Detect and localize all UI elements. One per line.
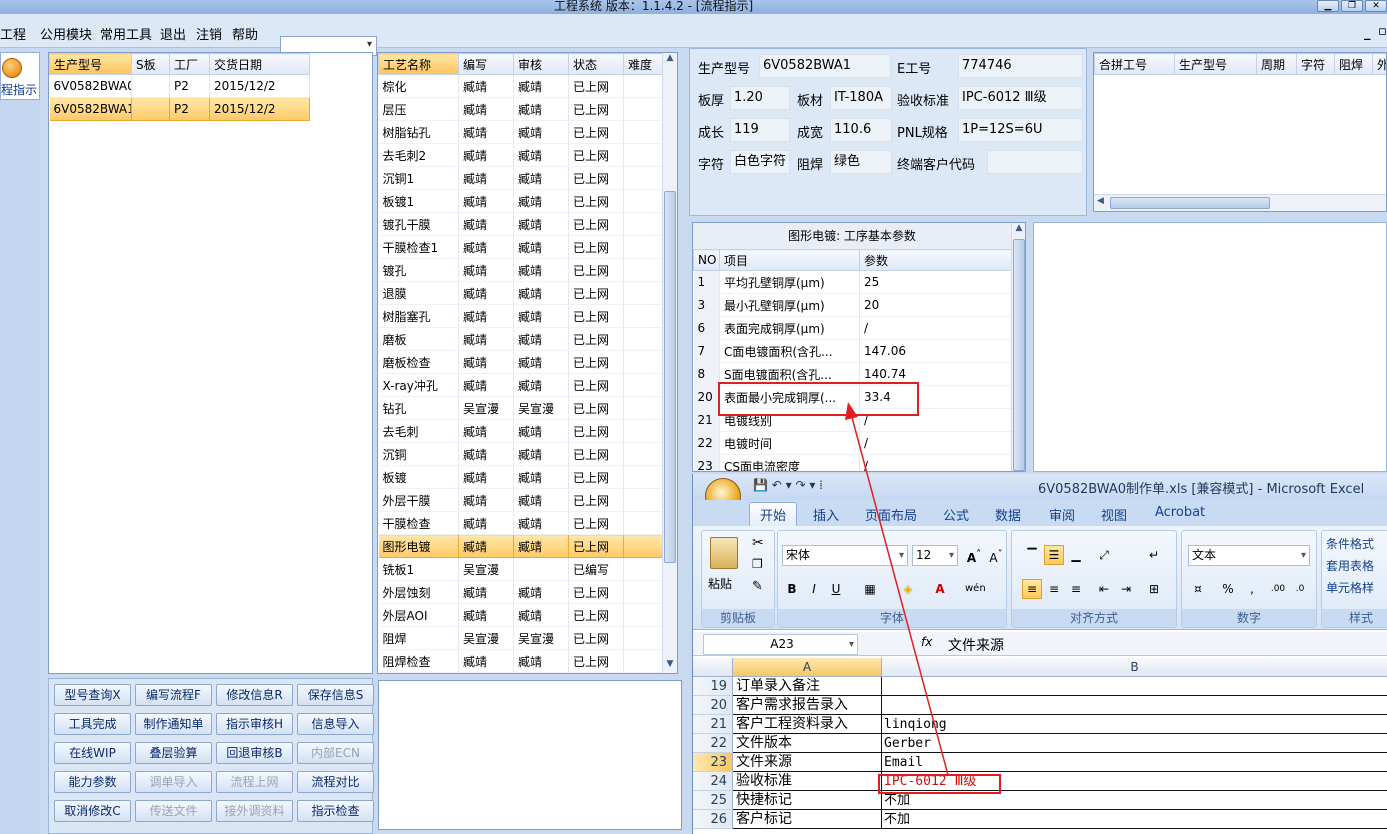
arrow-line <box>849 409 949 776</box>
annotation-arrow <box>845 402 949 776</box>
arrow-head-icon <box>845 402 858 420</box>
